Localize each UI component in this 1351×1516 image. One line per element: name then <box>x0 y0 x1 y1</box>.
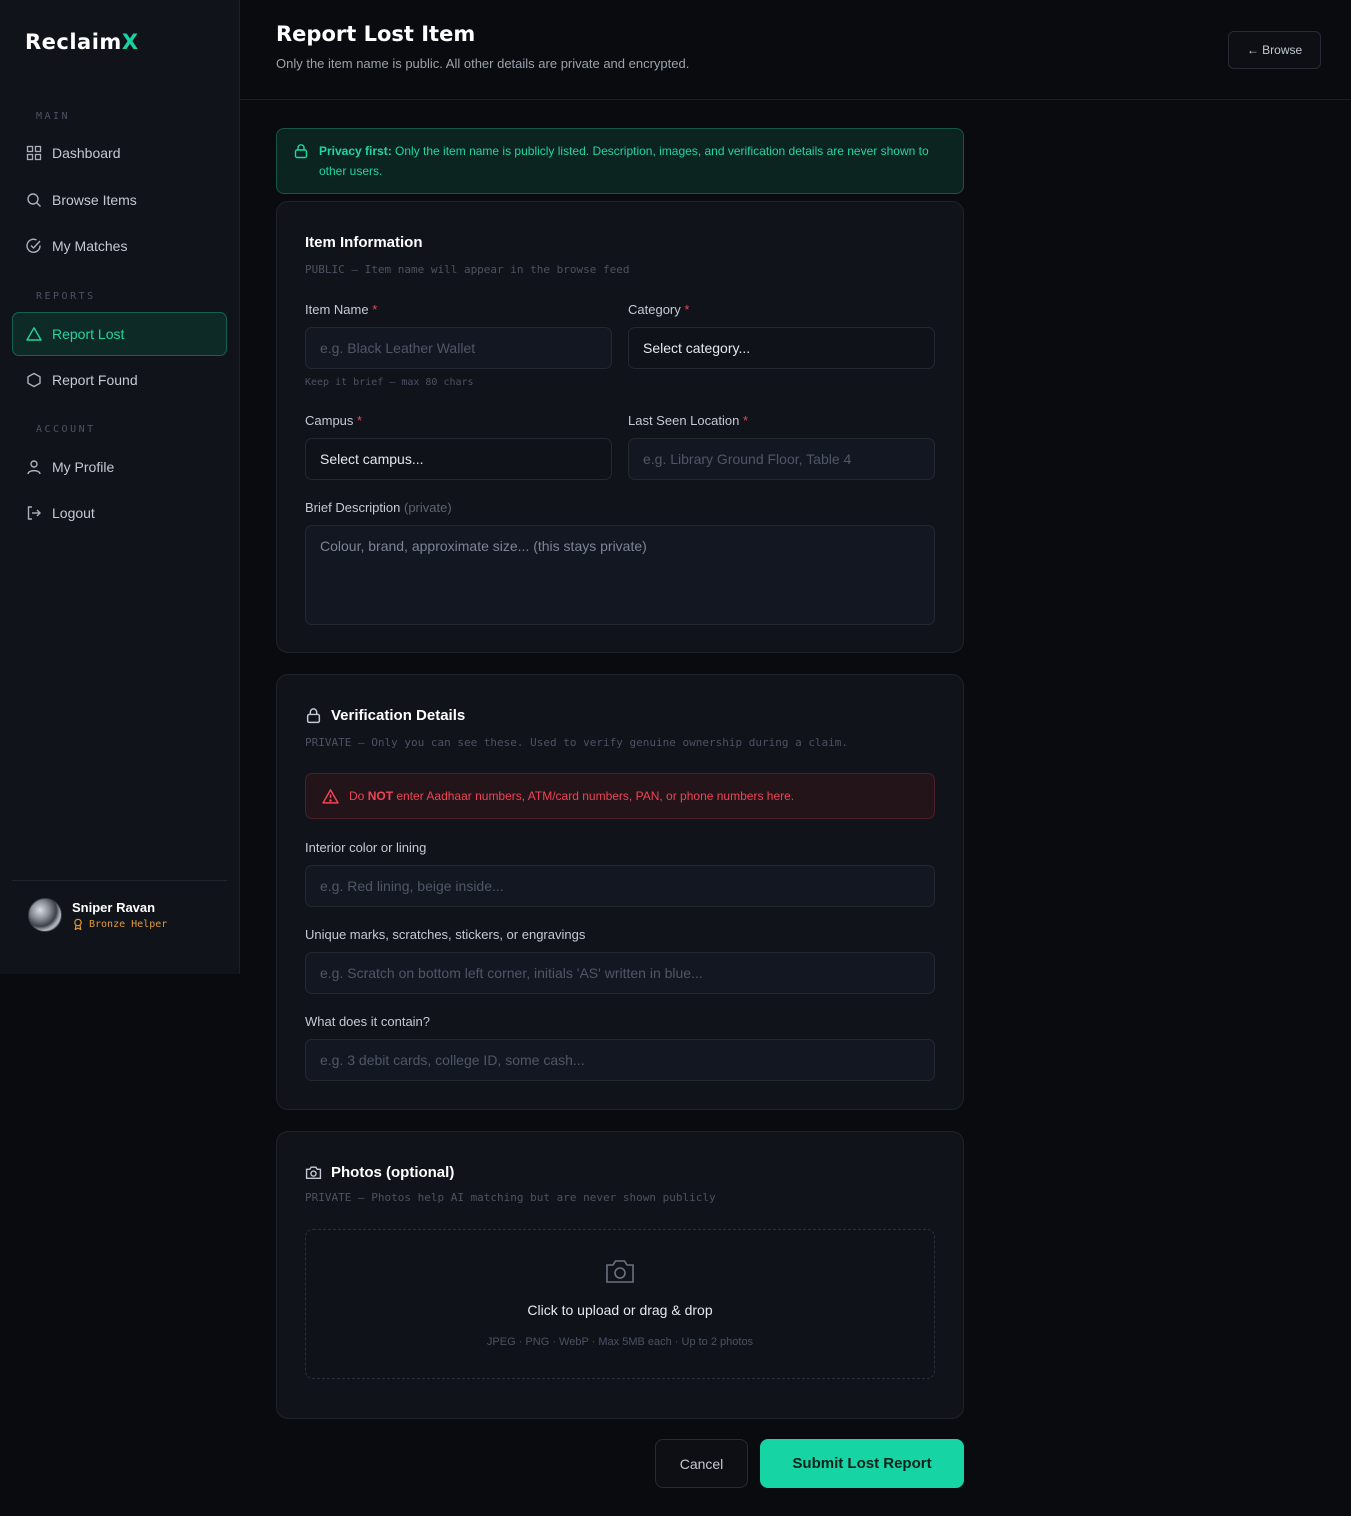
label-text: Item Name <box>305 302 369 317</box>
privacy-banner-text: Only the item name is publicly listed. D… <box>319 144 929 178</box>
page-title: Report Lost Item <box>276 22 476 46</box>
warning-strong: NOT <box>367 789 394 803</box>
label-text: Brief Description <box>305 500 401 515</box>
logout-icon <box>27 506 41 520</box>
sidebar-item-logout[interactable]: Logout <box>12 491 227 535</box>
verification-card: Verification Details PRIVATE — Only you … <box>276 674 964 1110</box>
upload-limits: JPEG · PNG · WebP · Max 5MB each · Up to… <box>486 1336 754 1348</box>
lock-icon <box>294 144 308 159</box>
label-text: Last Seen Location <box>628 413 740 428</box>
privacy-banner: Privacy first: Only the item name is pub… <box>276 128 964 194</box>
avatar[interactable] <box>28 898 62 932</box>
lock-icon <box>306 708 321 724</box>
description-textarea[interactable]: Colour, brand, approximate size... (this… <box>305 525 935 625</box>
card-title-text: Photos (optional) <box>331 1164 455 1181</box>
grid-icon <box>26 145 42 161</box>
label-note: (private) <box>404 500 452 515</box>
required-mark: * <box>372 302 378 317</box>
location-input[interactable]: e.g. Library Ground Floor, Table 4 <box>628 438 935 480</box>
user-badge-label: Bronze Helper <box>89 918 168 930</box>
photos-title: Photos (optional) <box>305 1164 454 1181</box>
sidebar-item-report-found[interactable]: Report Found <box>12 358 227 402</box>
warning-post: enter Aadhaar numbers, ATM/card numbers,… <box>393 789 795 803</box>
section-label-account: ACCOUNT <box>36 424 96 435</box>
required-mark: * <box>357 413 363 428</box>
item-information-title: Item Information <box>305 234 423 251</box>
interior-label: Interior color or lining <box>305 840 427 855</box>
photos-subtitle: PRIVATE — Photos help AI matching but ar… <box>305 1191 716 1204</box>
page-header: Report Lost Item Only the item name is p… <box>240 0 1351 100</box>
section-label-main: MAIN <box>36 111 71 122</box>
contents-label: What does it contain? <box>305 1014 431 1029</box>
verification-title: Verification Details <box>305 707 465 724</box>
warning-pre: Do <box>349 789 368 803</box>
item-name-label: Item Name * <box>305 302 377 317</box>
sidebar-item-matches[interactable]: My Matches <box>12 224 227 268</box>
required-mark: * <box>684 302 690 317</box>
photo-dropzone[interactable]: Click to upload or drag & drop JPEG · PN… <box>305 1229 935 1379</box>
sensitive-data-warning: Do NOT enter Aadhaar numbers, ATM/card n… <box>305 773 935 819</box>
hexagon-icon <box>27 372 41 388</box>
user-name: Sniper Ravan <box>72 900 156 915</box>
photos-card: Photos (optional) PRIVATE — Photos help … <box>276 1131 964 1419</box>
sidebar-item-label: My Profile <box>52 459 115 475</box>
sidebar-item-label: Report Found <box>52 372 138 388</box>
marks-label: Unique marks, scratches, stickers, or en… <box>305 927 586 942</box>
user-icon <box>27 460 41 475</box>
upload-instruction: Click to upload or drag & drop <box>527 1302 713 1318</box>
campus-select[interactable]: Select campus... <box>305 438 612 480</box>
submit-lost-report-button[interactable]: Submit Lost Report <box>760 1439 964 1488</box>
category-label: Category * <box>628 302 689 317</box>
item-information-card: Item Information PUBLIC — Item name will… <box>276 201 964 653</box>
logo-text: Reclaim <box>25 30 122 54</box>
location-label: Last Seen Location * <box>628 413 748 428</box>
camera-icon <box>305 1166 322 1180</box>
warning-icon <box>322 788 339 804</box>
app-logo[interactable]: ReclaimX <box>25 30 139 54</box>
campus-label: Campus * <box>305 413 362 428</box>
sidebar: ReclaimX MAIN Dashboard Browse Items My … <box>0 0 240 974</box>
label-text: Campus <box>305 413 354 428</box>
award-icon <box>74 918 82 930</box>
category-select[interactable]: Select category... <box>628 327 935 369</box>
sidebar-item-label: Report Lost <box>52 326 125 342</box>
contents-input[interactable]: e.g. 3 debit cards, college ID, some cas… <box>305 1039 935 1081</box>
sidebar-divider <box>12 880 227 881</box>
label-text: Category <box>628 302 681 317</box>
privacy-banner-strong: Privacy first: <box>319 144 392 158</box>
camera-icon <box>606 1260 634 1283</box>
description-label: Brief Description (private) <box>305 500 452 515</box>
user-card[interactable]: Sniper Ravan Bronze Helper <box>28 898 167 932</box>
sidebar-item-label: Logout <box>52 505 95 521</box>
cancel-button[interactable]: Cancel <box>655 1439 748 1488</box>
sidebar-item-label: Dashboard <box>52 145 121 161</box>
check-circle-icon <box>26 238 41 253</box>
item-name-hint: Keep it brief — max 80 chars <box>305 377 474 388</box>
sidebar-item-report-lost[interactable]: Report Lost <box>12 312 227 356</box>
triangle-icon <box>26 327 42 341</box>
sidebar-item-label: My Matches <box>52 238 128 254</box>
required-mark: * <box>742 413 748 428</box>
card-title-text: Item Information <box>305 234 423 251</box>
item-name-input[interactable]: e.g. Black Leather Wallet <box>305 327 612 369</box>
sidebar-item-profile[interactable]: My Profile <box>12 445 227 489</box>
item-information-subtitle: PUBLIC — Item name will appear in the br… <box>305 263 630 276</box>
card-title-text: Verification Details <box>331 707 466 724</box>
sidebar-item-browse[interactable]: Browse Items <box>12 178 227 222</box>
marks-input[interactable]: e.g. Scratch on bottom left corner, init… <box>305 952 935 994</box>
browse-button[interactable]: ← Browse <box>1228 31 1321 69</box>
search-icon <box>27 193 41 207</box>
logo-accent: X <box>121 30 139 54</box>
interior-input[interactable]: e.g. Red lining, beige inside... <box>305 865 935 907</box>
warning-text: Do NOT enter Aadhaar numbers, ATM/card n… <box>349 789 794 803</box>
sidebar-item-dashboard[interactable]: Dashboard <box>12 131 227 175</box>
sidebar-item-label: Browse Items <box>52 192 137 208</box>
user-badge: Bronze Helper <box>72 918 167 930</box>
section-label-reports: REPORTS <box>36 291 96 302</box>
page-subtitle: Only the item name is public. All other … <box>276 56 690 71</box>
verification-subtitle: PRIVATE — Only you can see these. Used t… <box>305 736 849 749</box>
